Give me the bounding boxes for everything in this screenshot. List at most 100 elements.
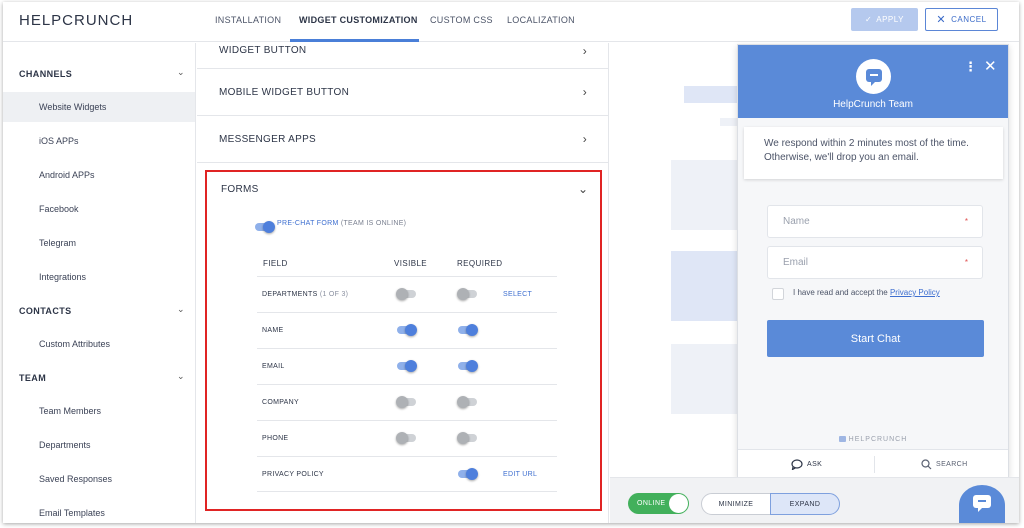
sidebar-section-contacts[interactable]: CONTACTS <box>19 306 72 316</box>
table-row: NAME <box>257 312 557 348</box>
table-row: EMAIL <box>257 348 557 384</box>
close-icon: ✕ <box>936 14 947 26</box>
accordion-label: MOBILE WIDGET BUTTON <box>219 86 350 98</box>
sidebar-item-custom-attributes[interactable]: Custom Attributes <box>3 329 195 359</box>
sidebar-item-email-templates[interactable]: Email Templates <box>3 498 195 523</box>
settings-panel: WIDGET BUTTON › MOBILE WIDGET BUTTON › M… <box>197 43 609 523</box>
table-row: PHONE <box>257 420 557 456</box>
tab-installation[interactable]: INSTALLATION <box>215 15 281 25</box>
select-link[interactable]: SELECT <box>503 291 532 298</box>
chevron-down-icon[interactable]: ⌄ <box>177 371 185 382</box>
tab-ask[interactable]: ASK <box>791 459 822 470</box>
table-row: DEPARTMENTS (1 OF 3) SELECT <box>257 276 557 312</box>
more-options-icon[interactable]: ⋮ <box>964 59 977 75</box>
field-name: NAME <box>262 327 284 334</box>
required-toggle[interactable] <box>457 432 477 444</box>
privacy-checkbox[interactable] <box>772 288 784 300</box>
search-icon <box>921 459 932 470</box>
chat-widget-preview: HelpCrunch Team ⋮ ✕ We respond within 2 … <box>737 44 1009 478</box>
check-icon: ✓ <box>865 15 873 24</box>
name-placeholder: Name <box>783 216 810 227</box>
sidebar-item-team-members[interactable]: Team Members <box>3 396 195 426</box>
sidebar-section-team[interactable]: TEAM <box>19 373 46 383</box>
chat-header: HelpCrunch Team ⋮ ✕ <box>738 45 1008 118</box>
tab-custom-css[interactable]: CUSTOM CSS <box>430 15 493 25</box>
pre-chat-form-toggle[interactable] <box>255 221 275 233</box>
chevron-right-icon: › <box>582 85 587 99</box>
auto-reply-message: We respond within 2 minutes most of the … <box>744 127 1003 179</box>
table-row: PRIVACY POLICY EDIT URL <box>257 456 557 492</box>
required-toggle[interactable] <box>458 468 478 480</box>
placeholder-block <box>671 160 741 230</box>
sidebar-section-channels[interactable]: CHANNELS <box>19 69 72 79</box>
chevron-right-icon: › <box>582 132 587 146</box>
sidebar-item-android-apps[interactable]: Android APPs <box>3 160 195 190</box>
tab-search-label: SEARCH <box>936 461 968 468</box>
cancel-button[interactable]: ✕ CANCEL <box>925 8 998 31</box>
field-name: DEPARTMENTS <box>262 291 318 298</box>
edit-url-link[interactable]: EDIT URL <box>503 471 537 478</box>
toggle-knob <box>669 494 688 513</box>
column-header-field: FIELD <box>263 259 288 268</box>
start-chat-button[interactable]: Start Chat <box>767 320 984 357</box>
chat-logo <box>856 59 891 94</box>
privacy-policy-link[interactable]: Privacy Policy <box>890 288 940 297</box>
pre-chat-label: PRE-CHAT FORM <box>277 220 339 227</box>
required-toggle[interactable] <box>458 360 478 372</box>
required-toggle[interactable] <box>457 288 477 300</box>
brand-logo: HELPCRUNCH <box>19 12 134 29</box>
required-toggle[interactable] <box>458 324 478 336</box>
sidebar-item-saved-responses[interactable]: Saved Responses <box>3 464 195 494</box>
apply-label: APPLY <box>876 15 904 24</box>
close-icon[interactable]: ✕ <box>984 57 997 75</box>
accordion-widget-button[interactable]: WIDGET BUTTON › <box>197 33 609 69</box>
visible-toggle[interactable] <box>396 432 416 444</box>
expand-button[interactable]: EXPAND <box>770 493 840 515</box>
required-toggle[interactable] <box>457 396 477 408</box>
cancel-label: CANCEL <box>951 15 987 24</box>
sidebar-item-ios-apps[interactable]: iOS APPs <box>3 126 195 156</box>
online-toggle[interactable]: ONLINE <box>628 493 689 514</box>
accordion-mobile-widget-button[interactable]: MOBILE WIDGET BUTTON › <box>197 69 609 116</box>
chevron-down-icon[interactable]: ⌄ <box>177 67 185 78</box>
visible-toggle[interactable] <box>396 396 416 408</box>
visible-toggle[interactable] <box>397 324 417 336</box>
required-mark: * <box>964 217 968 226</box>
forms-title[interactable]: FORMS <box>221 184 259 195</box>
sidebar-item-website-widgets[interactable]: Website Widgets <box>3 92 195 122</box>
tab-localization[interactable]: LOCALIZATION <box>507 15 575 25</box>
helpcrunch-mini-icon <box>838 436 846 443</box>
name-field[interactable]: Name * <box>767 205 983 238</box>
sidebar-item-telegram[interactable]: Telegram <box>3 228 195 258</box>
accordion-label: WIDGET BUTTON <box>219 45 307 56</box>
chat-bubble-icon <box>973 495 991 512</box>
sidebar-item-integrations[interactable]: Integrations <box>3 262 195 292</box>
tab-search[interactable]: SEARCH <box>921 459 968 470</box>
placeholder-block <box>684 86 744 103</box>
tab-widget-customization[interactable]: WIDGET CUSTOMIZATION <box>299 15 418 25</box>
privacy-accept-text: I have read and accept the Privacy Polic… <box>793 288 940 297</box>
preview-controls-bar: ONLINE MINIMIZE EXPAND <box>610 477 1019 523</box>
placeholder-block <box>671 251 741 321</box>
table-row: COMPANY <box>257 384 557 420</box>
visible-toggle[interactable] <box>397 360 417 372</box>
accordion-messenger-apps[interactable]: MESSENGER APPS › <box>197 116 609 163</box>
chat-launcher-button[interactable] <box>959 485 1005 523</box>
powered-by: HELPCRUNCH <box>738 436 1008 443</box>
pre-chat-form-label: PRE-CHAT FORM (TEAM IS ONLINE) <box>277 220 406 227</box>
chevron-down-icon[interactable]: ⌄ <box>177 304 185 315</box>
app-window: HELPCRUNCH INSTALLATION WIDGET CUSTOMIZA… <box>3 2 1019 523</box>
minimize-button[interactable]: MINIMIZE <box>701 493 771 515</box>
field-count: (1 OF 3) <box>319 291 349 298</box>
apply-button[interactable]: ✓ APPLY <box>851 8 918 31</box>
email-field[interactable]: Email * <box>767 246 983 279</box>
tab-ask-label: ASK <box>807 461 823 468</box>
chat-footer: ASK SEARCH <box>738 449 1008 478</box>
sidebar-item-facebook[interactable]: Facebook <box>3 194 195 224</box>
powered-by-label: HELPCRUNCH <box>848 436 908 443</box>
sidebar-item-departments[interactable]: Departments <box>3 430 195 460</box>
chevron-down-icon[interactable]: ⌄ <box>578 182 588 196</box>
forms-section: FORMS ⌄ PRE-CHAT FORM (TEAM IS ONLINE) F… <box>205 170 602 511</box>
field-name: PHONE <box>262 435 289 442</box>
visible-toggle[interactable] <box>396 288 416 300</box>
